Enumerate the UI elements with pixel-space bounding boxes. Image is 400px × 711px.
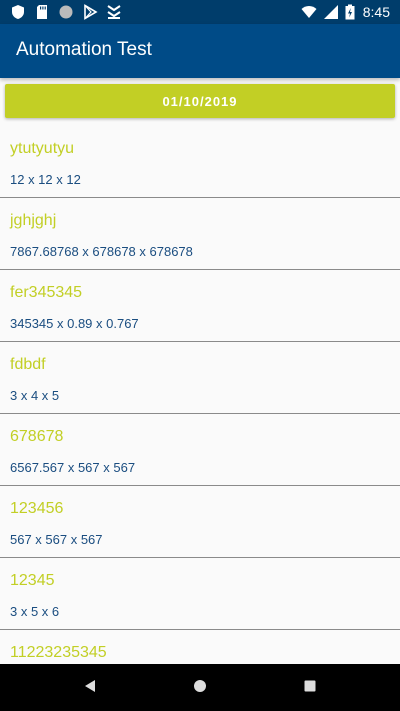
signal-icon xyxy=(323,4,339,20)
item-name: 123456 xyxy=(10,500,64,517)
home-icon xyxy=(193,679,207,698)
navigation-bar xyxy=(0,664,400,711)
play-store-icon xyxy=(82,4,98,20)
list-item[interactable]: ytutyutyu 12 x 12 x 12 xyxy=(0,126,400,198)
circle-icon xyxy=(58,4,74,20)
item-list[interactable]: ytutyutyu 12 x 12 x 12 jghjghj 7867.6876… xyxy=(0,126,400,664)
battery-icon xyxy=(345,4,355,20)
item-name: jghjghj xyxy=(10,212,57,229)
item-name: fdbdf xyxy=(10,356,46,373)
sd-card-icon xyxy=(34,4,50,20)
back-button[interactable] xyxy=(78,676,102,700)
shield-icon xyxy=(10,4,26,20)
download-icon xyxy=(106,4,122,20)
list-item[interactable]: 123456 567 x 567 x 567 xyxy=(0,486,400,558)
item-dimensions: 345345 x 0.89 x 0.767 xyxy=(10,316,139,331)
item-name: 11223235345 xyxy=(10,644,107,661)
list-item[interactable]: jghjghj 7867.68768 x 678678 x 678678 xyxy=(0,198,400,270)
list-item[interactable]: 11223235345 xyxy=(0,630,400,664)
recents-icon xyxy=(304,679,316,697)
item-name: 12345 xyxy=(10,572,55,589)
item-name: fer345345 xyxy=(10,284,83,301)
list-item[interactable]: 678678 6567.567 x 567 x 567 xyxy=(0,414,400,486)
item-dimensions: 6567.567 x 567 x 567 xyxy=(10,460,136,475)
item-dimensions: 7867.68768 x 678678 x 678678 xyxy=(10,244,193,259)
wifi-icon xyxy=(301,4,317,20)
list-item[interactable]: fdbdf 3 x 4 x 5 xyxy=(0,342,400,414)
app-bar: Automation Test xyxy=(0,24,400,78)
item-dimensions: 567 x 567 x 567 xyxy=(10,532,103,547)
status-bar-notifications xyxy=(10,4,122,20)
item-dimensions: 3 x 4 x 5 xyxy=(10,388,60,403)
back-icon xyxy=(83,679,97,698)
page-title: Automation Test xyxy=(16,39,152,60)
status-time: 8:45 xyxy=(362,4,390,20)
home-button[interactable] xyxy=(188,676,212,700)
list-item[interactable]: 12345 3 x 5 x 6 xyxy=(0,558,400,630)
date-button[interactable]: 01/10/2019 xyxy=(5,84,395,118)
item-name: ytutyutyu xyxy=(10,140,75,157)
status-bar: 8:45 xyxy=(0,0,400,24)
status-bar-system: 8:45 xyxy=(301,3,390,21)
recents-button[interactable] xyxy=(298,676,322,700)
item-name: 678678 xyxy=(10,428,64,445)
item-dimensions: 3 x 5 x 6 xyxy=(10,604,60,619)
list-item[interactable]: fer345345 345345 x 0.89 x 0.767 xyxy=(0,270,400,342)
item-dimensions: 12 x 12 x 12 xyxy=(10,172,81,187)
screen: 8:45 Automation Test 01/10/2019 ytutyuty… xyxy=(0,0,400,711)
